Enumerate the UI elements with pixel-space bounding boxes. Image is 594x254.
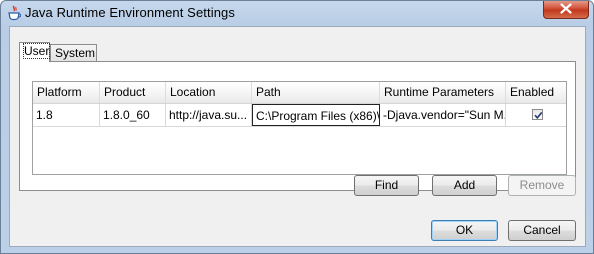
remove-button[interactable]: Remove xyxy=(508,175,576,196)
title-bar[interactable]: Java Runtime Environment Settings xyxy=(1,1,593,25)
settings-window: Java Runtime Environment Settings User S… xyxy=(0,0,594,254)
cell-location[interactable]: http://java.su... xyxy=(166,104,252,126)
cell-platform[interactable]: 1.8 xyxy=(33,104,100,126)
table-row[interactable]: 1.8 1.8.0_60 http://java.su... C:\Progra… xyxy=(33,104,566,127)
tab-system[interactable]: System xyxy=(50,44,97,62)
find-button[interactable]: Find xyxy=(354,175,419,196)
add-button[interactable]: Add xyxy=(432,175,497,196)
dialog-client-area: User System Platform Product Location Pa… xyxy=(9,26,586,247)
cell-path[interactable]: C:\Program Files (x86)\... xyxy=(252,104,380,126)
cell-product[interactable]: 1.8.0_60 xyxy=(100,104,166,126)
enabled-checkbox[interactable] xyxy=(532,109,543,120)
cell-enabled[interactable] xyxy=(506,104,566,126)
tab-user-label: User xyxy=(22,43,51,59)
close-icon xyxy=(560,3,572,14)
tab-user[interactable]: User xyxy=(19,42,51,62)
close-button[interactable] xyxy=(543,1,589,19)
cancel-button[interactable]: Cancel xyxy=(508,220,576,241)
checkmark-icon xyxy=(534,111,543,120)
column-header-runtime-parameters[interactable]: Runtime Parameters xyxy=(380,82,506,103)
java-icon xyxy=(7,5,22,21)
column-header-product[interactable]: Product xyxy=(100,82,166,103)
ok-button[interactable]: OK xyxy=(431,220,498,241)
column-header-path[interactable]: Path xyxy=(252,82,380,103)
column-header-enabled[interactable]: Enabled xyxy=(506,82,566,103)
tab-panel-user: Platform Product Location Path Runtime P… xyxy=(19,61,576,191)
column-header-location[interactable]: Location xyxy=(166,82,252,103)
column-header-platform[interactable]: Platform xyxy=(33,82,100,103)
tab-system-label: System xyxy=(55,46,96,60)
window-title: Java Runtime Environment Settings xyxy=(25,5,235,20)
cell-runtime-parameters[interactable]: -Djava.vendor="Sun M... xyxy=(380,104,506,126)
jre-table[interactable]: Platform Product Location Path Runtime P… xyxy=(32,81,567,175)
table-header: Platform Product Location Path Runtime P… xyxy=(33,82,566,104)
